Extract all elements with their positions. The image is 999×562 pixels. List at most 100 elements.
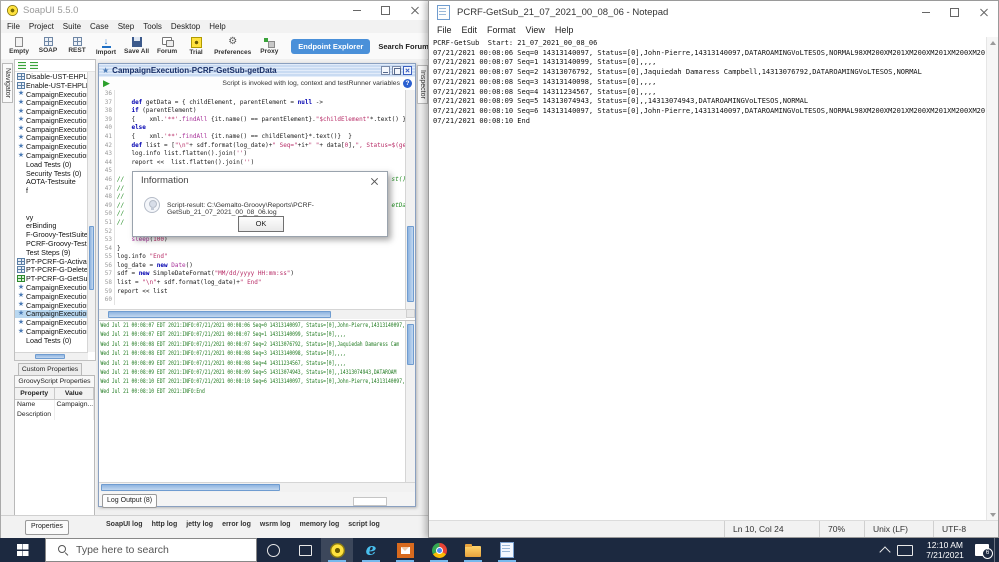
log-tab-memory-log[interactable]: memory log [300, 521, 340, 528]
editor-minimize-button[interactable] [381, 66, 390, 75]
log-tab-http-log[interactable]: http log [152, 521, 178, 528]
notepad-maximize-button[interactable] [940, 3, 969, 22]
log-tab-soapui-log[interactable]: SoapUI log [106, 521, 143, 528]
scrollbar-thumb[interactable] [407, 324, 414, 365]
properties-toggle-button[interactable]: Properties [25, 520, 69, 535]
scrollbar-thumb[interactable] [100, 484, 280, 491]
action-center-icon[interactable]: 6 [975, 544, 993, 559]
taskbar-soapui-button[interactable] [321, 538, 353, 562]
tree-item[interactable]: ★ CampaignExecution- [15, 318, 88, 327]
soapui-maximize-button[interactable] [371, 1, 400, 20]
tree-item[interactable]: PT-PCRF-G-Delete [15, 265, 88, 274]
soapui-menu-file[interactable]: File [7, 22, 20, 31]
navigator-tab[interactable]: Navigator [2, 63, 13, 103]
tree-toolbar-icon-1[interactable] [18, 62, 26, 69]
scrollbar-thumb[interactable] [407, 225, 414, 303]
editor-titlebar[interactable]: ★ CampaignExecution-PCRF-GetSub-getData [99, 64, 415, 78]
tree-item[interactable]: erBinding [15, 221, 88, 230]
scroll-down-icon[interactable] [990, 513, 996, 517]
soapui-menu-desktop[interactable]: Desktop [171, 22, 200, 31]
soapui-menu-project[interactable]: Project [29, 22, 54, 31]
tree-item[interactable]: F-Groovy-TestSuite [15, 230, 88, 239]
tree-item[interactable]: ★ CampaignExecution- [15, 301, 88, 310]
taskbar-internet-explorer-button[interactable]: e [355, 538, 387, 562]
tree-item[interactable]: ★ CampaignExecution- [15, 116, 88, 125]
tree-item[interactable]: ★ CampaignExecution- [15, 142, 88, 151]
tree-item[interactable]: Enable-UST-EHPLMN [15, 81, 88, 90]
toolbar-button-trial[interactable]: Trial [185, 36, 207, 56]
tree-item[interactable]: Disable-UST-EHPLMN [15, 72, 88, 81]
tree-item[interactable]: ★ CampaignExecution- [15, 125, 88, 134]
soapui-menu-help[interactable]: Help [209, 22, 225, 31]
tree-horizontal-scrollbar[interactable] [15, 352, 88, 360]
toolbar-button-empty[interactable]: Empty [8, 36, 30, 55]
soapui-menu-case[interactable]: Case [90, 22, 109, 31]
scrollbar-thumb[interactable] [108, 311, 332, 318]
tree-item[interactable]: ★ CampaignExecution- [15, 283, 88, 292]
log-tab-error-log[interactable]: error log [222, 521, 251, 528]
log-tab-script-log[interactable]: script log [348, 521, 380, 528]
toolbar-button-proxy[interactable]: Proxy [258, 37, 280, 55]
tree-item[interactable]: ★ CampaignExecution- [15, 133, 88, 142]
help-icon[interactable]: ? [403, 79, 412, 88]
toolbar-button-soap[interactable]: SOAP [37, 36, 59, 54]
log-tab-jetty-log[interactable]: jetty log [186, 521, 213, 528]
notepad-menu-edit[interactable]: Edit [462, 25, 478, 35]
log-output-button[interactable]: Log Output (8) [102, 494, 158, 508]
notepad-menu-view[interactable]: View [526, 25, 545, 35]
soapui-menu-tools[interactable]: Tools [143, 22, 162, 31]
notepad-scrollbar[interactable] [986, 37, 998, 521]
tree-item[interactable] [15, 195, 88, 204]
tree-item[interactable]: Load Tests (0) [15, 336, 88, 345]
tree-item[interactable]: ★ CampaignExecution- [15, 327, 88, 336]
toolbar-button-forum[interactable]: Forum [156, 36, 178, 55]
tree-toolbar-icon-2[interactable] [30, 62, 38, 69]
toolbar-button-import[interactable]: ↓ Import [95, 36, 117, 56]
taskbar-file-explorer-button[interactable] [457, 538, 489, 562]
tree-item[interactable] [15, 204, 88, 213]
taskbar-clock[interactable]: 12:10 AM 7/21/2021 [921, 540, 969, 560]
dialog-ok-button[interactable]: OK [238, 216, 284, 232]
log-tab-wsrm-log[interactable]: wsrm log [260, 521, 291, 528]
taskbar-outlook-button[interactable] [389, 538, 421, 562]
tree-item[interactable]: Security Tests (0) [15, 169, 88, 178]
tree-item[interactable]: Load Tests (0) [15, 160, 88, 169]
endpoint-explorer-button[interactable]: Endpoint Explorer [291, 38, 371, 54]
tree-item[interactable]: ★ CampaignExecution- [15, 107, 88, 116]
task-view-button[interactable] [289, 538, 321, 562]
taskbar-notepad-button[interactable] [491, 538, 523, 562]
tree-item[interactable]: PT-PCRF-G-Activate [15, 257, 88, 266]
tree-item[interactable]: ★ CampaignExecution- [15, 292, 88, 301]
editor-close-button[interactable] [403, 66, 412, 75]
code-vertical-scrollbar[interactable] [405, 90, 415, 309]
toolbar-button-rest[interactable]: REST [66, 36, 88, 54]
dialog-close-button[interactable] [370, 177, 379, 186]
tree-item[interactable]: PCRF-Groovy-TestCase [15, 239, 88, 248]
toolbar-button-preferences[interactable]: ⚙ Preferences [214, 36, 251, 56]
notepad-text-area[interactable]: PCRF-GetSub Start: 21_07_2021_00_08_06 07… [429, 37, 987, 521]
tree-vertical-scrollbar[interactable] [87, 72, 95, 352]
tree-item[interactable]: ★ CampaignExecution- [15, 90, 88, 99]
touch-keyboard-icon[interactable] [897, 544, 913, 556]
soapui-close-button[interactable] [400, 1, 429, 20]
notepad-minimize-button[interactable] [911, 3, 940, 22]
log-horizontal-scrollbar[interactable] [99, 482, 415, 492]
tree-item[interactable]: PT-PCRF-G-GetSub [15, 274, 88, 283]
editor-restore-button[interactable] [392, 66, 401, 75]
tree-item[interactable]: ★ CampaignExecution- [15, 151, 88, 160]
tree-item[interactable]: f [15, 186, 88, 195]
log-vertical-scrollbar[interactable] [405, 321, 415, 482]
tree-item[interactable]: ★ CampaignExecution- [15, 309, 88, 318]
tree-item[interactable]: AOTA-Testsuite [15, 177, 88, 186]
run-script-button[interactable]: ▶ [103, 79, 110, 88]
show-desktop-button[interactable] [994, 538, 999, 562]
tray-expand-icon[interactable] [879, 546, 891, 558]
tree-item[interactable]: ★ CampaignExecution- [15, 98, 88, 107]
soapui-menu-step[interactable]: Step [118, 22, 134, 31]
notepad-menu-file[interactable]: File [437, 25, 452, 35]
tree-item[interactable]: vy [15, 213, 88, 222]
soapui-minimize-button[interactable] [342, 1, 371, 20]
soapui-menu-suite[interactable]: Suite [63, 22, 81, 31]
notepad-menu-help[interactable]: Help [555, 25, 574, 35]
cortana-button[interactable] [257, 538, 289, 562]
